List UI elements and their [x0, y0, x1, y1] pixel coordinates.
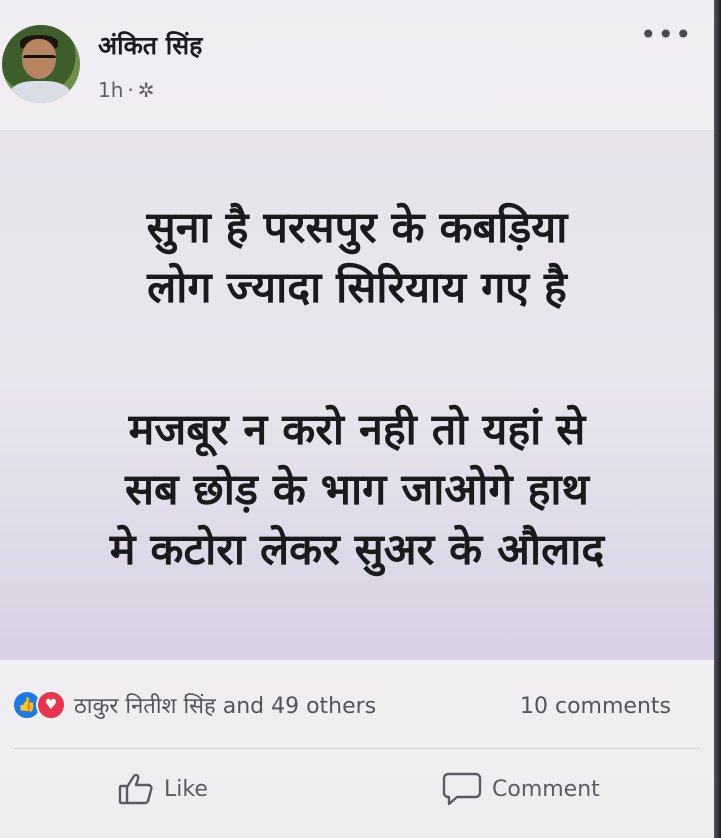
image-paragraph-1: सुना है परसपुर के कबड़िया लोग ज्यादा सिर…: [0, 198, 714, 318]
post-meta: 1h · ✲: [98, 78, 155, 102]
author-avatar[interactable]: [2, 25, 80, 103]
comment-bubble-icon: [442, 772, 482, 806]
divider: [14, 748, 700, 749]
image-text-line: मजबूर न करो नही तो यहां से: [128, 405, 586, 455]
author-name[interactable]: अंकित सिंह: [98, 28, 202, 62]
more-options-icon[interactable]: •••: [640, 18, 693, 51]
comments-count[interactable]: 10 comments: [520, 694, 671, 719]
gear-icon: ✲: [137, 78, 155, 102]
image-text-line: लोग ज्यादा सिरियाय गए है: [147, 263, 567, 313]
like-label: Like: [164, 776, 208, 802]
comment-label: Comment: [492, 776, 600, 802]
post-time[interactable]: 1h: [98, 78, 123, 102]
like-button[interactable]: Like: [118, 772, 208, 806]
image-text-line: सुना है परसपुर के कबड़िया: [146, 203, 568, 253]
post-image[interactable]: सुना है परसपुर के कबड़िया लोग ज्यादा सिर…: [0, 130, 714, 660]
screen-edge: [714, 0, 721, 838]
image-text-line: मे कटोरा लेकर सुअर के औलाद: [109, 525, 605, 575]
thumbs-up-icon: [118, 772, 154, 806]
reactions-text: ठाकुर नितीश सिंह and 49 others: [74, 694, 377, 719]
image-text-line: सब छोड़ के भाग जाओगे हाथ: [124, 465, 590, 515]
meta-separator: ·: [127, 78, 134, 102]
comment-button[interactable]: Comment: [442, 772, 600, 806]
love-reaction-icon: ♥: [36, 690, 66, 720]
image-paragraph-2: मजबूर न करो नही तो यहां से सब छोड़ के भा…: [0, 400, 714, 580]
reactions-summary[interactable]: 👍 ♥ ठाकुर नितीश सिंह and 49 others: [12, 690, 376, 720]
facebook-post: अंकित सिंह 1h · ✲ ••• सुना है परसपुर के …: [0, 0, 714, 838]
